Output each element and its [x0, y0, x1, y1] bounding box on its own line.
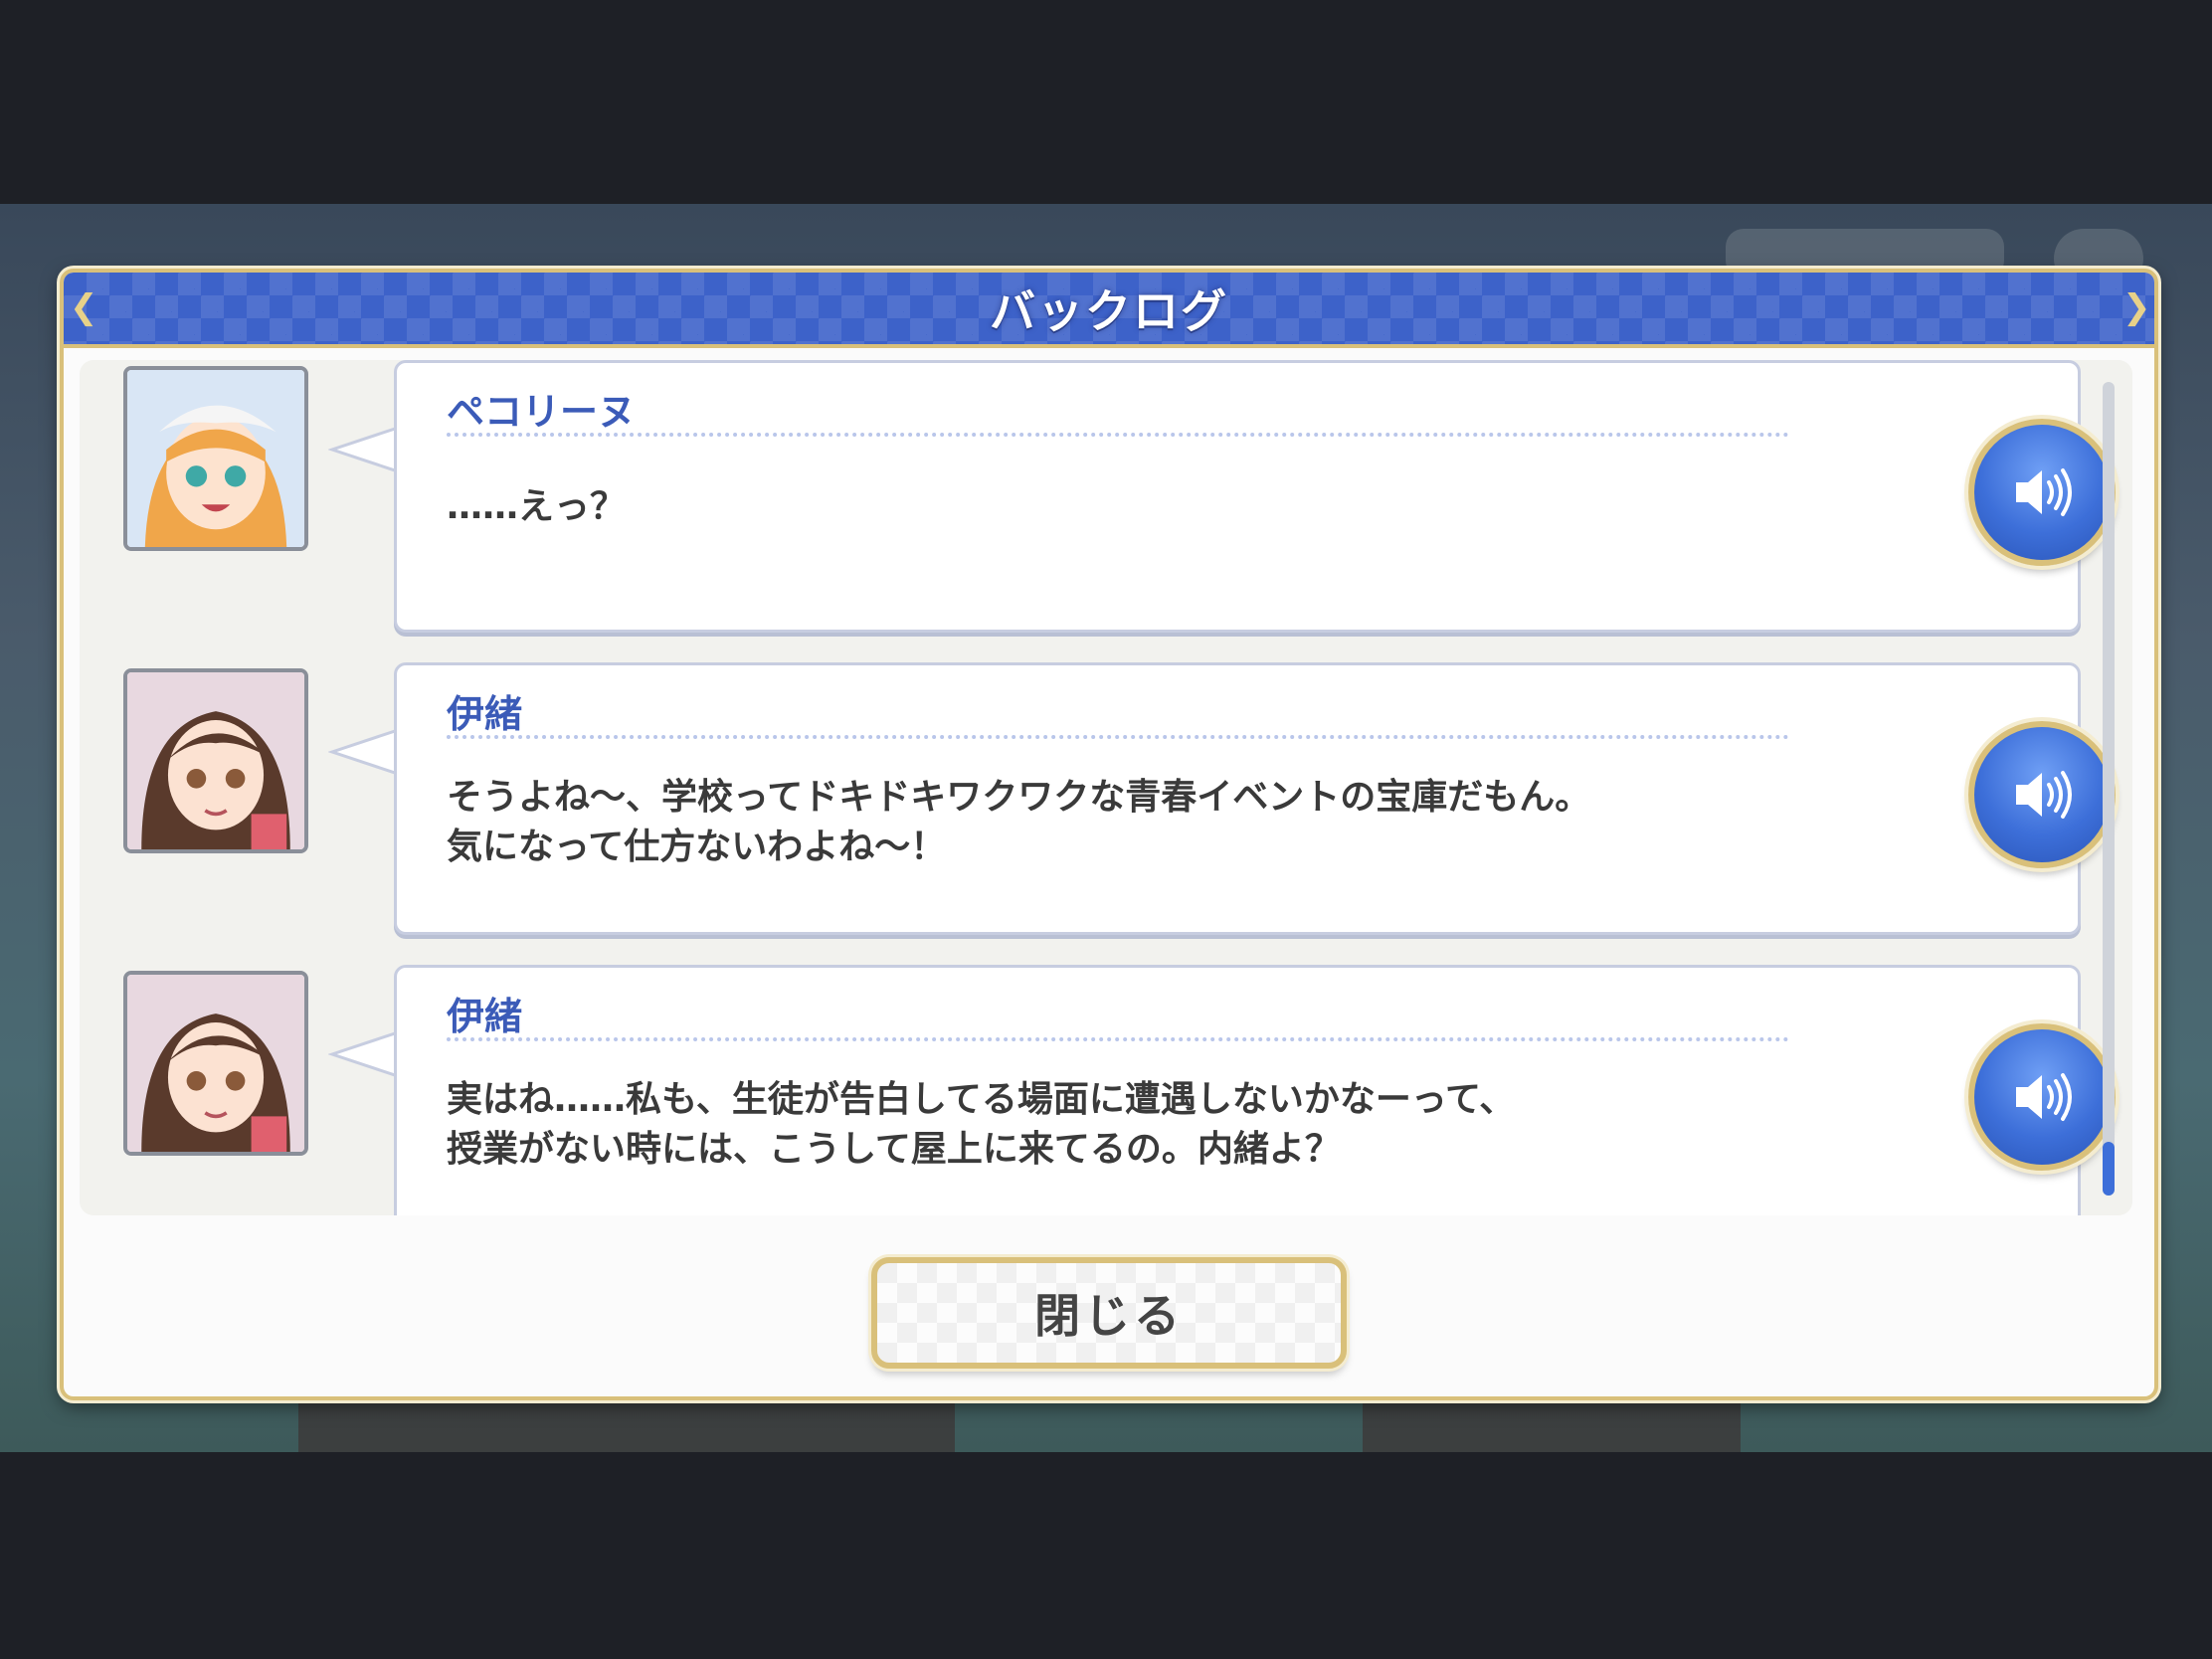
scrollbar-thumb[interactable] [2103, 1142, 2115, 1196]
speech-bubble-tail [328, 1030, 398, 1080]
speech-bubble: 伊緒 実はね……私も、生徒が告白してる場面に遭遇しないかなーって、 授業がない時… [394, 965, 2116, 1215]
backlog-dialog: ❮ バックログ ❯ ペコリーヌ ……えっ？ 伊緒 そうよね～、学校ってドキドキワ… [60, 269, 2158, 1400]
backlog-entry: ペコリーヌ ……えっ？ [80, 360, 2132, 639]
close-button-label: 閉じる [1034, 1289, 1184, 1343]
corner-ornament-icon: ❯ [2122, 287, 2151, 327]
pecorine-portrait [123, 366, 308, 551]
scrollbar[interactable] [2103, 382, 2115, 1196]
backlog-entry: 伊緒 実はね……私も、生徒が告白してる場面に遭遇しないかなーって、 授業がない時… [80, 965, 2132, 1215]
dialogue-text: ……えっ？ [447, 486, 627, 527]
speaker-name: 伊緒 [447, 692, 523, 736]
dotted-divider [447, 735, 1789, 739]
dialogue-text: 実はね……私も、生徒が告白してる場面に遭遇しないかなーって、 授業がない時には、… [447, 1079, 1516, 1170]
backlog-entry: 伊緒 そうよね～、学校ってドキドキワクワクな青春イベントの宝庫だもん。 気になっ… [80, 662, 2132, 941]
backlog-list[interactable]: ペコリーヌ ……えっ？ 伊緒 そうよね～、学校ってドキドキワクワクな青春イベント… [80, 360, 2132, 1215]
character-portrait-icon [127, 975, 304, 1152]
speaker-name: 伊緒 [447, 995, 523, 1038]
voice-replay-button[interactable] [1968, 419, 2116, 566]
background-character-silhouette-right [1363, 1392, 1741, 1452]
dotted-divider [447, 1037, 1789, 1041]
speaker-volume-icon [2016, 468, 2072, 516]
dialog-title: バックログ [990, 284, 1228, 338]
close-button[interactable]: 閉じる [871, 1257, 1347, 1369]
io-portrait [123, 971, 308, 1156]
voice-replay-button[interactable] [1968, 1023, 2116, 1171]
speaker-volume-icon [2016, 771, 2072, 819]
speaker-name: ペコリーヌ [447, 390, 637, 434]
character-portrait-icon [127, 370, 304, 547]
speech-bubble-tail [328, 728, 398, 778]
character-portrait-icon [127, 672, 304, 849]
corner-ornament-icon: ❮ [70, 287, 98, 327]
letterbox-top [0, 0, 2212, 204]
background-character-silhouette [298, 1392, 955, 1452]
voice-replay-button[interactable] [1968, 721, 2116, 868]
letterbox-bottom [0, 1452, 2212, 1659]
dialog-header: ❮ バックログ ❯ [64, 273, 2154, 348]
speech-bubble: 伊緒 そうよね～、学校ってドキドキワクワクな青春イベントの宝庫だもん。 気になっ… [394, 662, 2116, 935]
speech-bubble: ペコリーヌ ……えっ？ [394, 360, 2116, 633]
io-portrait [123, 668, 308, 853]
dialogue-text: そうよね～、学校ってドキドキワクワクな青春イベントの宝庫だもん。 気になって仕方… [447, 777, 1591, 867]
dotted-divider [447, 433, 1789, 437]
speaker-volume-icon [2016, 1073, 2072, 1121]
speech-bubble-tail [328, 426, 398, 475]
